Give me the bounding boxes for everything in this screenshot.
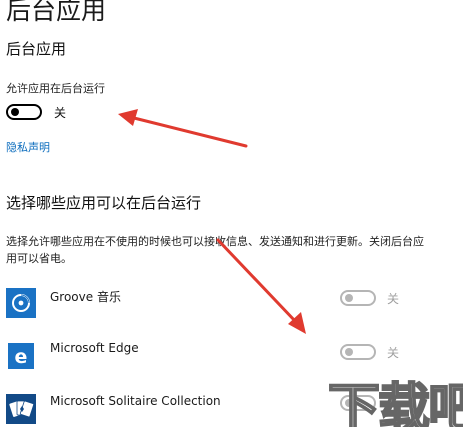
toggle-knob — [11, 108, 19, 116]
privacy-statement-link[interactable]: 隐私声明 — [6, 139, 50, 155]
microsoft-edge-icon: e — [6, 341, 36, 371]
background-apps-section-header: 后台应用 — [6, 40, 67, 58]
toggle-knob — [345, 294, 353, 302]
app-row-groove: Groove 音乐 关 — [0, 288, 463, 328]
toggle-knob — [345, 348, 353, 356]
svg-text:e: e — [15, 346, 28, 368]
arrow-to-main-toggle — [118, 109, 248, 148]
allow-background-toggle[interactable] — [6, 104, 42, 120]
edge-toggle[interactable] — [340, 344, 376, 360]
choose-apps-heading: 选择哪些应用可以在后台运行 — [6, 194, 202, 212]
app-name-solitaire: Microsoft Solitaire Collection — [50, 394, 221, 408]
site-watermark-logo: 下载吧 — [327, 366, 463, 427]
allow-background-label: 允许应用在后台运行 — [6, 82, 105, 95]
watermark-text: 下载吧 — [327, 378, 463, 427]
groove-toggle[interactable] — [340, 290, 376, 306]
solitaire-cards-icon — [6, 394, 36, 424]
page-title: 后台应用 — [6, 0, 107, 25]
groove-state: 关 — [387, 292, 400, 306]
groove-music-icon — [6, 288, 36, 318]
settings-page: 后台应用 后台应用 允许应用在后台运行 关 隐私声明 选择哪些应用可以在后台运行… — [0, 0, 463, 427]
app-name-edge: Microsoft Edge — [50, 341, 139, 355]
app-name-groove: Groove 音乐 — [50, 290, 121, 304]
allow-background-state: 关 — [54, 106, 67, 120]
choose-apps-description: 选择允许哪些应用在不使用的时候也可以接收信息、发送通知和进行更新。关闭后台应用可… — [6, 235, 424, 265]
edge-state: 关 — [387, 346, 400, 360]
